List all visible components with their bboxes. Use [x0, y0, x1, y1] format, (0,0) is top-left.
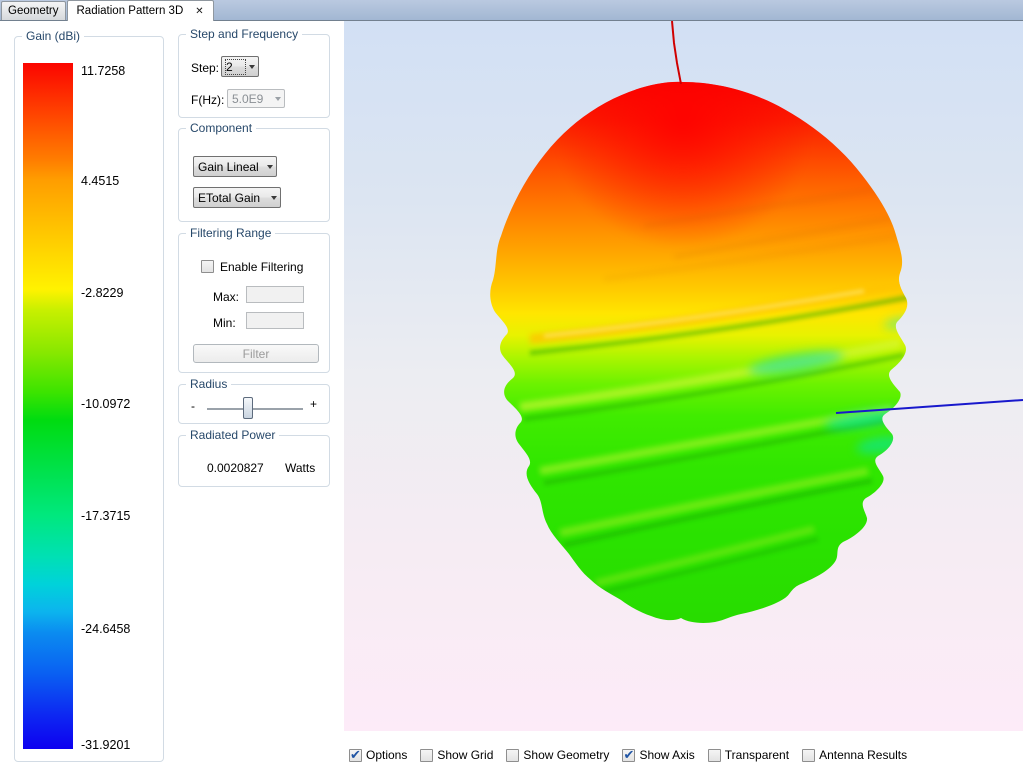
tab-bar: Geometry Radiation Pattern 3D ✕ — [0, 0, 1023, 21]
step-frequency-title: Step and Frequency — [186, 27, 302, 41]
component-type-value: Gain Lineal — [198, 160, 263, 174]
gain-tick-min: -31.9201 — [81, 738, 130, 752]
chevron-down-icon — [275, 97, 281, 101]
step-select-value: 2 — [226, 60, 245, 74]
gain-tick-max: 11.7258 — [81, 64, 125, 78]
options-checkbox[interactable] — [349, 749, 362, 762]
component-field-select[interactable]: ETotal Gain — [193, 187, 281, 208]
gain-tick-4: -17.3715 — [81, 509, 130, 523]
application-window: Geometry Radiation Pattern 3D ✕ Gain (dB… — [0, 0, 1023, 770]
component-title: Component — [186, 121, 256, 135]
radius-title: Radius — [186, 377, 231, 391]
radiated-power-title: Radiated Power — [186, 428, 279, 442]
gain-colorbar — [23, 63, 73, 749]
tab-radiation-pattern-3d[interactable]: Radiation Pattern 3D ✕ — [67, 0, 214, 21]
viewport-toolbar: Options Show Grid Show Geometry Show Axi… — [349, 747, 907, 763]
radius-panel: Radius - + — [178, 384, 330, 424]
min-label: Min: — [213, 316, 236, 330]
radiated-power-value: 0.0020827 — [207, 461, 264, 475]
enable-filtering-label: Enable Filtering — [220, 260, 303, 274]
max-label: Max: — [213, 290, 239, 304]
transparent-checkbox[interactable] — [708, 749, 721, 762]
radius-minus-label: - — [191, 399, 195, 413]
tab-radiation-label: Radiation Pattern 3D — [77, 5, 184, 17]
chevron-down-icon — [271, 196, 277, 200]
toolbar-item-show-axis[interactable]: Show Axis — [622, 748, 694, 762]
gain-tick-2: -2.8229 — [81, 286, 123, 300]
options-label: Options — [366, 748, 407, 762]
filter-button[interactable]: Filter — [193, 344, 319, 363]
filtering-range-panel: Filtering Range Enable Filtering Max: Mi… — [178, 233, 330, 373]
radius-slider-thumb[interactable] — [243, 397, 253, 419]
radius-slider-track[interactable] — [207, 408, 303, 410]
transparent-label: Transparent — [725, 748, 789, 762]
gain-tick-1: 4.4515 — [81, 174, 119, 188]
toolbar-item-options[interactable]: Options — [349, 748, 407, 762]
toolbar-item-show-grid[interactable]: Show Grid — [420, 748, 493, 762]
show-geometry-label: Show Geometry — [523, 748, 609, 762]
tab-geometry[interactable]: Geometry — [1, 1, 66, 20]
frequency-select-value: 5.0E9 — [232, 92, 271, 106]
show-axis-label: Show Axis — [639, 748, 694, 762]
radius-plus-label: + — [310, 397, 317, 411]
gain-scale-panel: Gain (dBi) 11.7258 4.4515 -2.8229 -10.09… — [14, 36, 164, 762]
z-axis-line — [672, 21, 681, 84]
radiated-power-unit: Watts — [285, 461, 315, 475]
antenna-results-checkbox[interactable] — [802, 749, 815, 762]
antenna-results-label: Antenna Results — [819, 748, 907, 762]
enable-filtering-checkbox[interactable] — [201, 260, 214, 273]
toolbar-item-antenna-results[interactable]: Antenna Results — [802, 748, 907, 762]
component-panel: Component Gain Lineal ETotal Gain — [178, 128, 330, 222]
min-input[interactable] — [246, 312, 304, 329]
show-axis-checkbox[interactable] — [622, 749, 635, 762]
gain-scale-title: Gain (dBi) — [22, 29, 84, 43]
show-geometry-checkbox[interactable] — [506, 749, 519, 762]
viewport-3d[interactable] — [344, 21, 1023, 731]
chevron-down-icon — [249, 65, 255, 69]
chevron-down-icon — [267, 165, 273, 169]
left-panel: Gain (dBi) 11.7258 4.4515 -2.8229 -10.09… — [0, 21, 344, 770]
step-frequency-panel: Step and Frequency Step: 2 F(Hz): 5.0E9 — [178, 34, 330, 118]
frequency-select[interactable]: 5.0E9 — [227, 89, 285, 108]
toolbar-item-show-geometry[interactable]: Show Geometry — [506, 748, 609, 762]
step-select[interactable]: 2 — [221, 56, 259, 77]
radiation-pattern-plot — [344, 21, 1023, 731]
tab-geometry-label: Geometry — [8, 5, 59, 17]
frequency-label: F(Hz): — [191, 93, 224, 107]
max-input[interactable] — [246, 286, 304, 303]
toolbar-item-transparent[interactable]: Transparent — [708, 748, 789, 762]
step-label: Step: — [191, 61, 219, 75]
gain-tick-3: -10.0972 — [81, 397, 130, 411]
component-field-value: ETotal Gain — [198, 191, 267, 205]
gain-tick-5: -24.6458 — [81, 622, 130, 636]
filtering-range-title: Filtering Range — [186, 226, 275, 240]
show-grid-checkbox[interactable] — [420, 749, 433, 762]
radiated-power-panel: Radiated Power 0.0020827 Watts — [178, 435, 330, 487]
show-grid-label: Show Grid — [437, 748, 493, 762]
close-tab-icon[interactable]: ✕ — [195, 6, 203, 17]
component-type-select[interactable]: Gain Lineal — [193, 156, 277, 177]
